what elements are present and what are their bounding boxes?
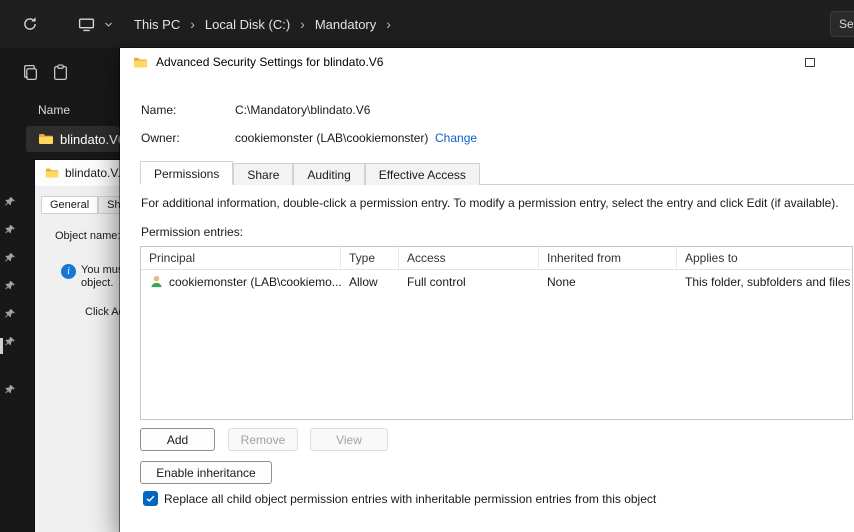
- close-button[interactable]: ✕: [844, 48, 854, 76]
- sidebar-item-blindato[interactable]: blindato.V6: [26, 126, 120, 152]
- pin-icon: [4, 196, 16, 208]
- tab-effective-access[interactable]: Effective Access: [364, 163, 480, 185]
- column-header-access[interactable]: Access: [399, 247, 539, 269]
- maximize-icon: [805, 57, 815, 67]
- owner-value: cookiemonster (LAB\cookiemonster): [235, 131, 429, 145]
- explorer-topbar: This PC › Local Disk (C:) › Mandatory › …: [0, 0, 854, 48]
- folder-icon: [133, 55, 148, 70]
- column-header-applies-to[interactable]: Applies to: [677, 247, 852, 269]
- this-pc-icon[interactable]: [72, 10, 100, 38]
- sidebar-item-label: blindato.V6: [60, 131, 120, 147]
- tab-auditing[interactable]: Auditing: [293, 163, 365, 185]
- dialog-titlebar: Advanced Security Settings for blindato.…: [120, 48, 854, 76]
- permission-entries-table: Principal Type Access Inherited from App…: [140, 246, 853, 420]
- cell-principal: cookiemonster (LAB\cookiemo...: [169, 274, 341, 289]
- table-header-row: Principal Type Access Inherited from App…: [141, 247, 852, 270]
- enable-inheritance-button[interactable]: Enable inheritance: [140, 461, 272, 484]
- remove-button[interactable]: Remove: [228, 428, 298, 451]
- info-icon: i: [61, 264, 76, 279]
- tab-general[interactable]: General: [41, 196, 99, 214]
- cell-access: Full control: [407, 274, 466, 289]
- name-value: C:\Mandatory\blindato.V6: [235, 103, 371, 117]
- column-header-principal[interactable]: Principal: [141, 247, 341, 269]
- folder-icon: [38, 131, 54, 147]
- cell-applies-to: This folder, subfolders and files: [685, 274, 851, 289]
- name-label: Name:: [141, 103, 177, 117]
- breadcrumb-separator-icon: ›: [190, 16, 195, 32]
- maximize-button[interactable]: [788, 48, 832, 76]
- object-name-label: Object name:: [55, 230, 121, 242]
- pin-icon: [4, 336, 16, 348]
- properties-info-text: You mus: [81, 264, 121, 276]
- dialog-tabstrip: Permissions Share Auditing Effective Acc…: [140, 160, 854, 185]
- refresh-icon[interactable]: [16, 10, 44, 38]
- change-owner-link[interactable]: Change: [435, 131, 477, 145]
- pin-icon: [4, 308, 16, 320]
- properties-dialog-titlebar: blindato.V...: [35, 160, 121, 186]
- pin-icon: [4, 252, 16, 264]
- cell-type: Allow: [349, 274, 378, 289]
- column-header-inherited-from[interactable]: Inherited from: [539, 247, 677, 269]
- tab-permissions[interactable]: Permissions: [140, 161, 234, 185]
- chevron-down-icon[interactable]: [100, 10, 116, 38]
- breadcrumb-local-disk[interactable]: Local Disk (C:): [199, 13, 296, 36]
- breadcrumb-separator-icon: ›: [300, 16, 305, 32]
- scrollbar-thumb[interactable]: [0, 338, 3, 354]
- breadcrumb-mandatory[interactable]: Mandatory: [309, 13, 382, 36]
- breadcrumb-this-pc[interactable]: This PC: [128, 13, 186, 36]
- copy-icon[interactable]: [22, 64, 40, 82]
- properties-tabs: General Sha: [41, 196, 121, 214]
- screen: This PC › Local Disk (C:) › Mandatory › …: [0, 0, 854, 532]
- properties-dialog-title: blindato.V...: [65, 166, 121, 180]
- search-input[interactable]: Sea: [830, 11, 854, 37]
- permission-entries-label: Permission entries:: [141, 225, 244, 239]
- cell-inherited-from: None: [547, 274, 576, 289]
- instructions-text: For additional information, double-click…: [141, 196, 839, 210]
- table-row[interactable]: cookiemonster (LAB\cookiemo... Allow Ful…: [141, 270, 852, 293]
- properties-click-text: Click Ad: [85, 306, 121, 318]
- dialog-title: Advanced Security Settings for blindato.…: [156, 55, 384, 69]
- tab-share[interactable]: Share: [233, 163, 294, 185]
- tab-sharing[interactable]: Sha: [98, 196, 121, 214]
- properties-dialog: blindato.V... General Sha Object name: i…: [35, 160, 121, 532]
- pin-icon: [4, 224, 16, 236]
- user-icon: [149, 274, 164, 289]
- folder-icon: [45, 166, 59, 180]
- name-column-header[interactable]: Name: [38, 103, 70, 117]
- properties-info-text: object.: [81, 277, 114, 289]
- paste-icon[interactable]: [52, 64, 70, 82]
- replace-permissions-checkbox-label[interactable]: Replace all child object permission entr…: [164, 492, 656, 506]
- replace-permissions-checkbox-row: Replace all child object permission entr…: [143, 491, 656, 506]
- advanced-security-dialog: Advanced Security Settings for blindato.…: [120, 48, 854, 532]
- checkbox-checked-icon[interactable]: [143, 491, 158, 506]
- pin-icon: [4, 280, 16, 292]
- breadcrumb-separator-icon: ›: [386, 16, 391, 32]
- add-button[interactable]: Add: [140, 428, 215, 451]
- pin-icon: [4, 384, 16, 396]
- column-header-type[interactable]: Type: [341, 247, 399, 269]
- view-button[interactable]: View: [310, 428, 388, 451]
- owner-label: Owner:: [141, 131, 180, 145]
